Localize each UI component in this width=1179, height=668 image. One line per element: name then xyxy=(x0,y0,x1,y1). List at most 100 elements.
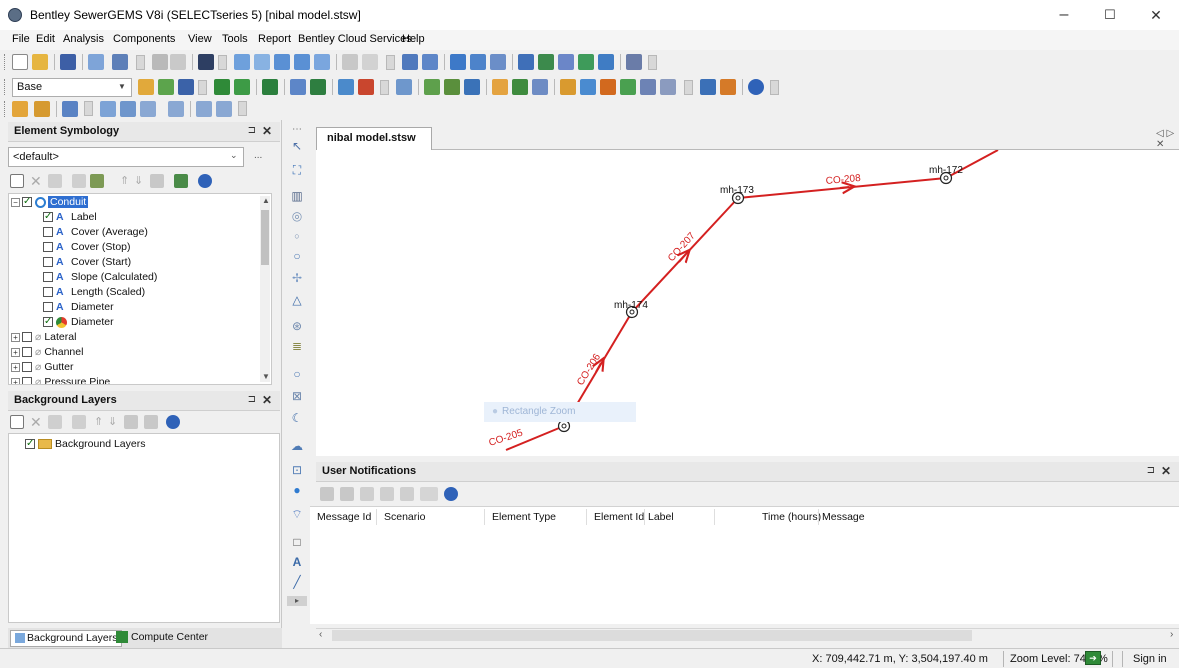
conduit-label[interactable]: CO-208 xyxy=(825,173,861,187)
tree-item-pressure-pipe[interactable]: + ⌀ Pressure Pipe xyxy=(11,375,110,384)
menu-report[interactable]: Report xyxy=(258,33,291,45)
graphs-icon[interactable] xyxy=(470,54,486,70)
outfall-tool-icon[interactable]: ○ xyxy=(289,248,305,264)
chevron-down-icon[interactable]: ▼ xyxy=(116,80,128,94)
help-tools-icon[interactable] xyxy=(700,79,716,95)
edit-icon[interactable] xyxy=(62,101,78,117)
column-header-label[interactable]: Label xyxy=(648,511,674,523)
copy-icon[interactable] xyxy=(48,415,62,429)
options-icon[interactable] xyxy=(560,79,576,95)
calculation-options-icon[interactable] xyxy=(262,79,278,95)
tree-item-background-layers[interactable]: Background Layers xyxy=(25,436,145,452)
find-icon[interactable] xyxy=(198,54,214,70)
tree-scrollbar-thumb[interactable] xyxy=(261,210,269,265)
column-header-message[interactable]: Message xyxy=(822,511,865,523)
tools-2-icon[interactable] xyxy=(444,79,460,95)
tree-item-diameter-color[interactable]: Diameter xyxy=(43,314,114,330)
node-label[interactable]: mh-172 xyxy=(929,165,963,176)
drawing-canvas[interactable]: CO-205 CO-206 CO-207 CO-208 mh-175 mh-17… xyxy=(316,149,1179,456)
tools-3-icon[interactable] xyxy=(464,79,480,95)
pond-tool-icon[interactable]: △ xyxy=(289,292,305,308)
close-icon[interactable]: ✕ xyxy=(1161,464,1171,478)
rss-icon[interactable] xyxy=(720,79,736,95)
tab-navigation-icon[interactable]: ◁ ▷ ✕ xyxy=(1156,128,1179,150)
add-symbology-icon[interactable] xyxy=(90,174,104,188)
help-icon[interactable] xyxy=(748,79,764,95)
layout-1-icon[interactable] xyxy=(12,101,28,117)
network-navigator-icon[interactable] xyxy=(598,54,614,70)
tree-item-channel[interactable]: + ⌀ Channel xyxy=(11,345,83,360)
save-icon[interactable] xyxy=(60,54,76,70)
column-header-message-id[interactable]: Message Id xyxy=(317,511,371,523)
zoom-in-icon[interactable] xyxy=(274,54,290,70)
tree-item-cover-average[interactable]: A Cover (Average) xyxy=(43,225,148,240)
compute-icon[interactable] xyxy=(214,79,230,95)
page-setup-icon[interactable] xyxy=(88,54,104,70)
scroll-up-icon[interactable]: ▲ xyxy=(262,196,270,205)
new-icon[interactable] xyxy=(10,174,24,188)
menu-help[interactable]: Help xyxy=(402,33,425,45)
select-3-icon[interactable] xyxy=(140,101,156,117)
pin-icon[interactable]: ⊐ xyxy=(248,125,256,136)
line-tool-icon[interactable]: ╱ xyxy=(289,574,305,590)
layout-tool-icon[interactable]: ⛶ xyxy=(289,162,305,178)
conduit-co-207[interactable] xyxy=(631,197,739,313)
zoom-window-icon[interactable] xyxy=(254,54,270,70)
chevron-down-icon[interactable]: ⌄ xyxy=(230,150,238,161)
sign-in-link[interactable]: Sign in xyxy=(1133,653,1167,665)
tree-item-slope-calculated[interactable]: A Slope (Calculated) xyxy=(43,270,157,285)
tab-compute-center[interactable]: Compute Center xyxy=(112,630,212,647)
low-impact-tool-icon[interactable]: ☁ xyxy=(289,438,305,454)
copy-icon[interactable] xyxy=(48,174,62,188)
darwin-icon[interactable] xyxy=(512,79,528,95)
node-label[interactable]: mh-174 xyxy=(614,300,648,311)
scroll-down-icon[interactable]: ▼ xyxy=(262,372,270,381)
move-down-icon[interactable]: ⇓ xyxy=(134,174,143,187)
annotation-icon[interactable] xyxy=(578,54,594,70)
column-header-element-type[interactable]: Element Type xyxy=(492,511,556,523)
select-1-icon[interactable] xyxy=(100,101,116,117)
filter-icon[interactable] xyxy=(420,487,438,501)
select-6-icon[interactable] xyxy=(216,101,232,117)
tabular-icon[interactable] xyxy=(538,54,554,70)
expand-icon[interactable] xyxy=(124,415,138,429)
options-icon[interactable] xyxy=(174,174,188,188)
tree-item-label-annotation[interactable]: A Label xyxy=(43,209,97,225)
optimize-icon[interactable] xyxy=(492,79,508,95)
tree-item-cover-stop[interactable]: A Cover (Stop) xyxy=(43,240,131,255)
tree-item-gutter[interactable]: + ⌀ Gutter xyxy=(11,360,74,375)
text-tool-icon[interactable]: A xyxy=(289,554,305,570)
select-arrow-icon[interactable]: ↖ xyxy=(289,138,305,154)
print-icon[interactable] xyxy=(112,54,128,70)
tree-item-diameter-annotation[interactable]: A Diameter xyxy=(43,300,114,315)
zoom-previous-icon[interactable] xyxy=(314,54,330,70)
close-icon[interactable]: ✕ xyxy=(262,124,272,138)
maximize-button[interactable]: ☐ xyxy=(1087,0,1133,30)
sewer-load-icon[interactable] xyxy=(660,79,676,95)
globe-icon[interactable] xyxy=(580,79,596,95)
undo-icon[interactable] xyxy=(152,54,168,70)
loadbuilder-icon[interactable] xyxy=(640,79,656,95)
query-icon[interactable] xyxy=(532,79,548,95)
wet-well-tool-icon[interactable]: ≣ xyxy=(289,338,305,354)
border-tool-icon[interactable]: □ xyxy=(289,534,305,550)
validate-icon[interactable] xyxy=(234,79,250,95)
select-5-icon[interactable] xyxy=(196,101,212,117)
tools-1-icon[interactable] xyxy=(424,79,440,95)
catchment-tool-icon[interactable]: ☾ xyxy=(289,410,305,426)
rename-icon[interactable] xyxy=(72,415,86,429)
scenario-add-icon[interactable] xyxy=(158,79,174,95)
element-properties-icon[interactable] xyxy=(518,54,534,70)
column-header-scenario[interactable]: Scenario xyxy=(384,511,425,523)
column-header-time-hours[interactable]: Time (hours) xyxy=(762,511,821,523)
rename-icon[interactable] xyxy=(72,174,86,188)
tab-background-layers[interactable]: Background Layers xyxy=(10,630,123,647)
refresh-icon[interactable] xyxy=(362,54,378,70)
select-4-icon[interactable] xyxy=(168,101,184,117)
close-icon[interactable]: ✕ xyxy=(262,393,272,407)
redo-icon[interactable] xyxy=(170,54,186,70)
menu-components[interactable]: Components xyxy=(113,33,175,45)
toolbox-more-icon[interactable]: ▸ xyxy=(287,596,307,606)
wifi-tool-icon[interactable]: ⌔ xyxy=(289,506,305,522)
zoom-out-icon[interactable] xyxy=(294,54,310,70)
